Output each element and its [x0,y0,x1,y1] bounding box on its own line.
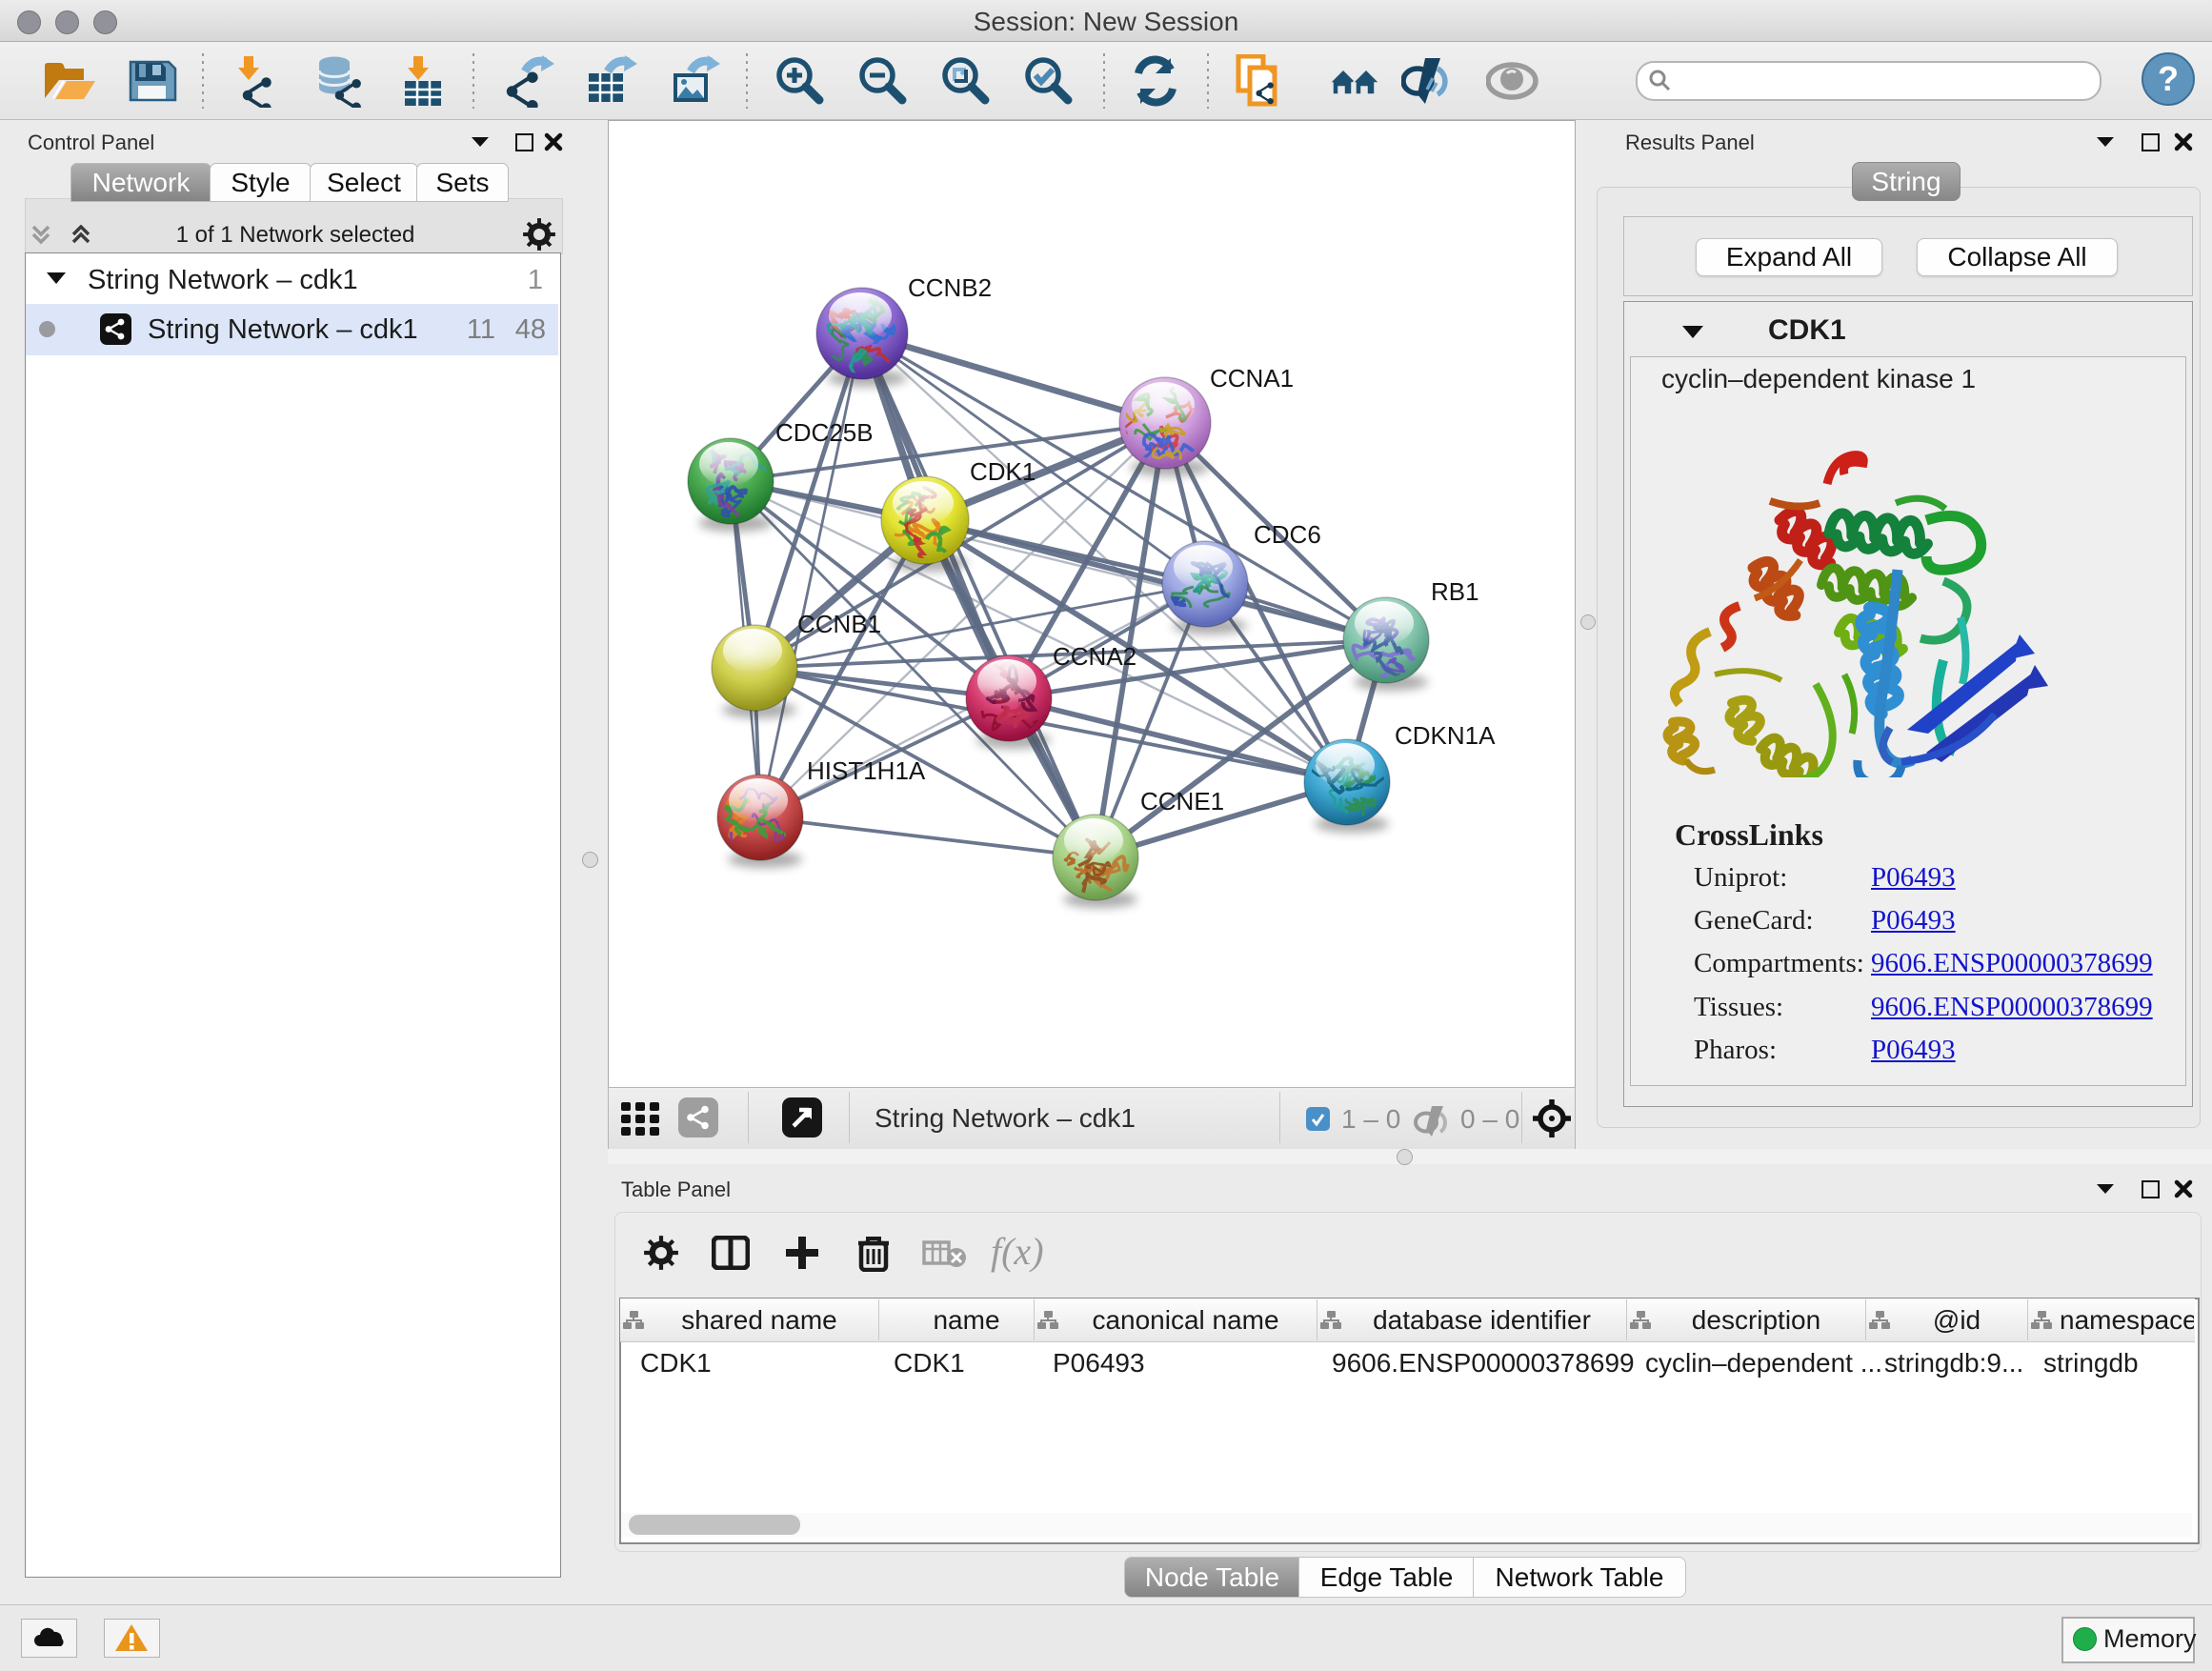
svg-text:CCNB1: CCNB1 [797,610,881,638]
svg-text:CCNE1: CCNE1 [1140,787,1224,815]
svg-text:CDKN1A: CDKN1A [1395,721,1496,750]
svg-text:?: ? [2158,59,2179,98]
svg-text:CCNA1: CCNA1 [1210,364,1294,393]
svg-text:CDC6: CDC6 [1254,520,1321,549]
svg-text:HIST1H1A: HIST1H1A [807,756,926,785]
svg-text:CDC25B: CDC25B [775,418,874,447]
svg-text:RB1: RB1 [1431,577,1479,606]
svg-text:CCNA2: CCNA2 [1053,642,1136,671]
svg-text:CDK1: CDK1 [970,457,1036,486]
svg-text:CCNB2: CCNB2 [908,273,992,302]
